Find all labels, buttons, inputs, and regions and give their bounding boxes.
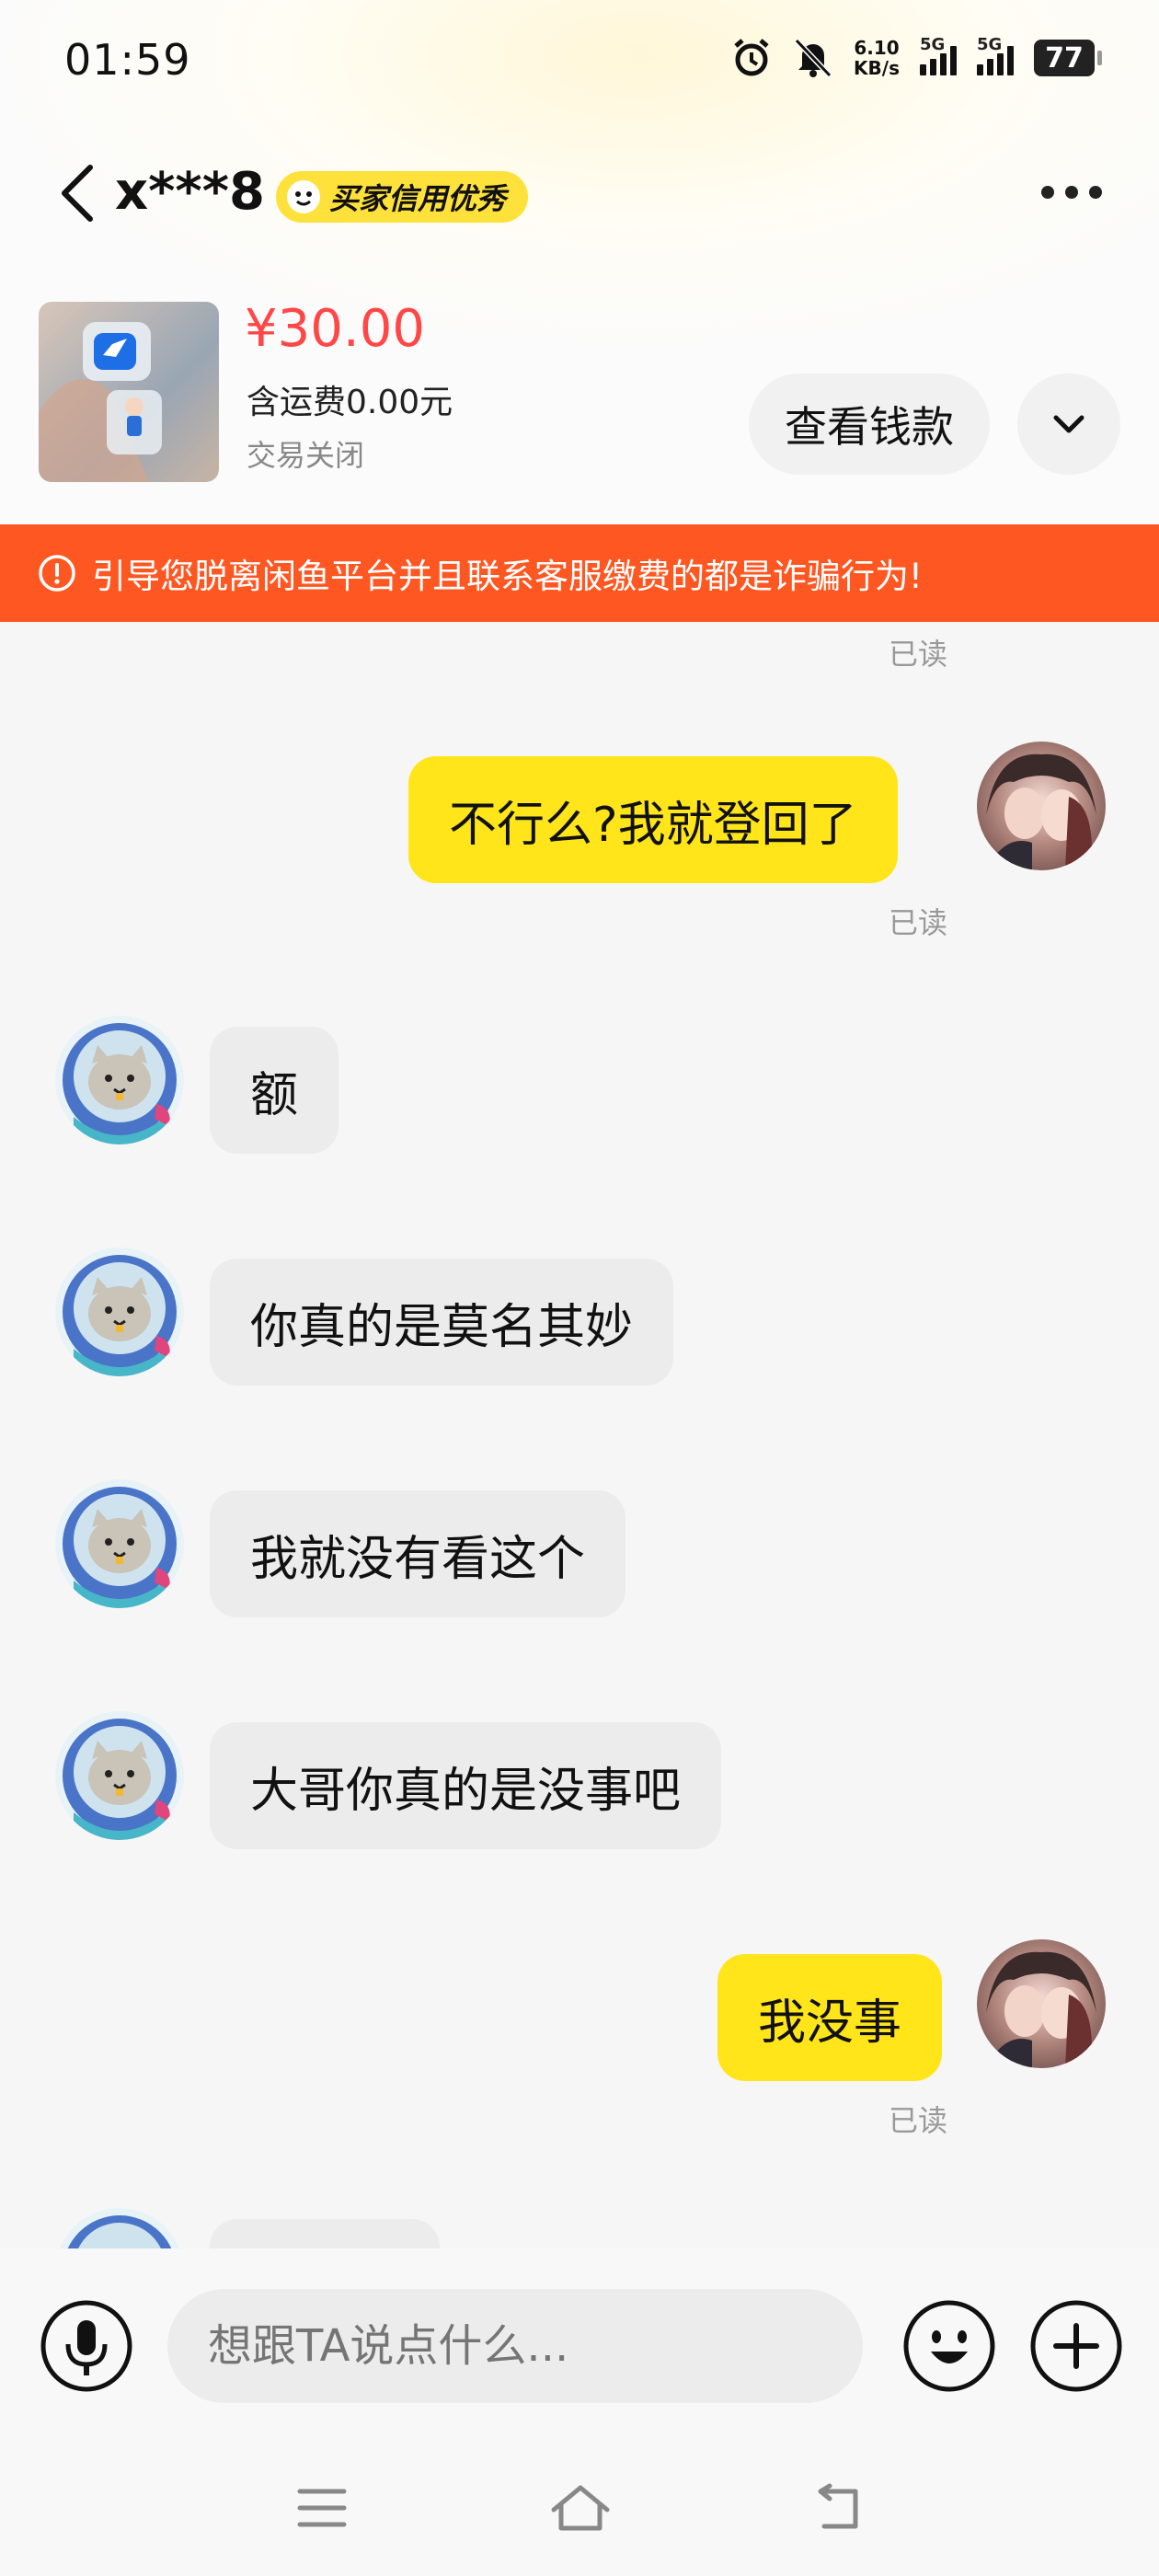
message-bubble-received[interactable]: 大哥你真的是没事吧 [210,1722,722,1849]
status-time: 01:59 [64,35,191,85]
message-bubble-received[interactable]: 你真的是莫名其妙 [210,1259,674,1386]
battery-level: 77 [1045,41,1084,75]
read-receipt: 已读 [889,2103,948,2138]
home-icon[interactable] [548,2482,613,2534]
chat-header: x***8 买家信用优秀 [0,147,1159,239]
fraud-warning-text: 引导您脱离闲鱼平台并且联系客服缴费的都是诈骗行为! [92,557,923,596]
chevron-down-icon [1053,415,1084,433]
product-image-icon [39,322,162,482]
my-avatar[interactable] [977,1939,1106,2068]
contact-name[interactable]: x***8 [115,162,265,222]
message-bubble-sent[interactable]: 我没事 [717,1954,943,2081]
my-avatar[interactable] [977,742,1106,870]
contact-avatar[interactable] [55,1016,184,1144]
fish-face-icon [285,178,322,215]
signal-sim1-icon: 5G [920,35,957,75]
product-thumbnail[interactable] [39,302,219,482]
status-bar: 01:59 6.10 KB/s 5G 5G 77 [0,0,1159,129]
contact-avatar[interactable] [55,1248,184,1376]
message-bubble-sent[interactable]: 不行么?我就登回了 [408,756,898,883]
view-payment-button[interactable]: 查看钱款 [749,374,990,475]
credit-badge-label: 买家信用优秀 [329,181,507,216]
contact-avatar[interactable] [55,2208,184,2248]
trade-status: 交易关闭 [247,438,365,473]
contact-avatar[interactable] [55,1479,184,1608]
net-speed-value: 6.10 [854,37,900,59]
battery-icon: 77 [1034,40,1102,76]
menu-icon[interactable] [294,2482,350,2534]
signal-sim2-icon: 5G [977,35,1014,75]
back-arrow-icon[interactable] [55,164,101,223]
contact-avatar[interactable] [55,1711,184,1840]
add-icon[interactable] [1028,2298,1124,2394]
product-shipping: 含运费0.00元 [247,384,453,421]
read-receipt: 已读 [889,905,948,940]
more-options-icon[interactable] [1041,186,1102,199]
expand-button[interactable] [1017,374,1120,475]
emoji-icon[interactable] [901,2298,997,2394]
credit-badge[interactable]: 买家信用优秀 [276,171,529,223]
system-navigation-bar [0,2442,1159,2576]
alarm-icon [734,39,769,76]
net-speed: 6.10 KB/s [854,38,900,78]
read-receipt: 已读 [889,637,948,672]
message-bubble-received[interactable] [210,2219,440,2248]
net-speed-unit: KB/s [854,57,900,79]
fraud-warning-banner: 引导您脱离闲鱼平台并且联系客服缴费的都是诈骗行为! [0,524,1159,622]
message-bubble-received[interactable]: 额 [210,1027,339,1154]
back-icon[interactable] [809,2482,865,2534]
microphone-icon[interactable] [39,2298,134,2394]
status-icons: 6.10 KB/s 5G 5G 77 [730,35,1102,79]
product-price: ¥30.00 [245,299,425,359]
sim2-label: 5G [977,35,1003,54]
message-input[interactable] [167,2289,863,2403]
mute-bell-icon [794,38,832,78]
message-bubble-received[interactable]: 我就没有看这个 [210,1490,626,1617]
sim1-label: 5G [920,35,946,54]
chat-messages[interactable]: 已读 不行么?我就登回了 已读 额 你真的是莫名其妙 我就没有看这个 大哥你真的… [0,622,1159,2248]
warning-icon [39,555,75,592]
input-bar [0,2248,1159,2442]
product-card[interactable]: ¥30.00 含运费0.00元 交易关闭 查看钱款 [0,294,1159,524]
